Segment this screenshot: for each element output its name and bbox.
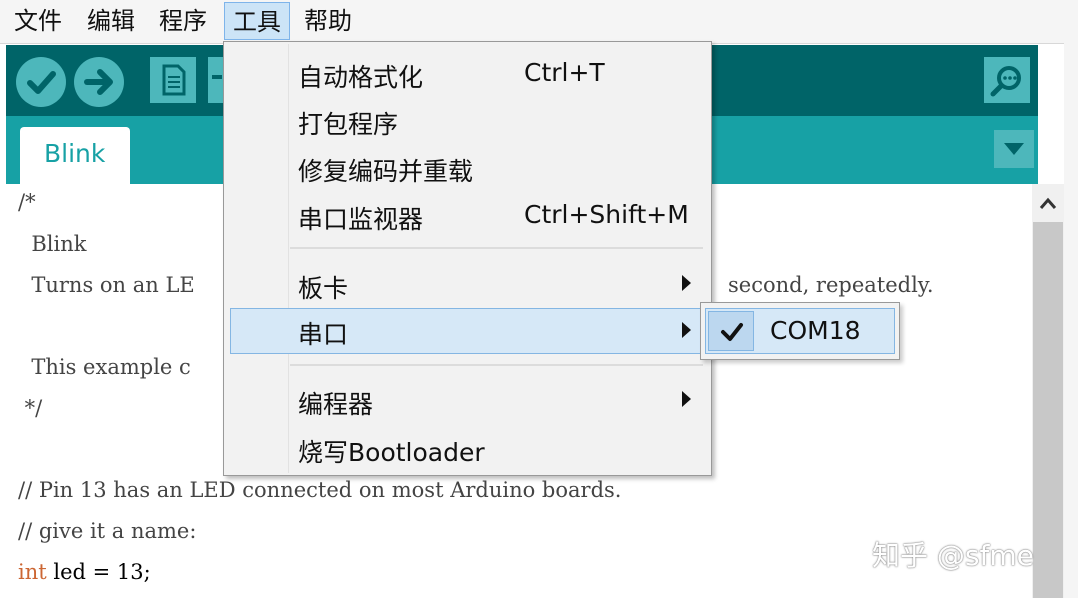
code-line: int led = 13; [18,560,151,584]
menu-item-label: 修复编码并重载 [298,157,474,186]
menu-item-label: 板卡 [298,274,349,303]
menu-bar: 文件 编辑 程序 工具 帮助 [0,0,1078,44]
code-text: led = 13; [46,560,151,584]
menu-item-burn-bootloader[interactable]: 烧写Bootloader [228,427,707,471]
check-icon [721,323,743,341]
menu-help[interactable]: 帮助 [296,2,360,40]
scroll-up-button[interactable] [1032,184,1064,222]
code-line: Blink [18,232,87,256]
tab-menu-button[interactable] [994,130,1034,168]
menu-separator [290,364,703,366]
menu-tools[interactable]: 工具 [224,2,290,40]
port-item-com18[interactable]: COM18 [705,308,895,354]
menu-item-label: 编程器 [298,390,374,419]
code-line: Turns on an LE [18,273,195,297]
chevron-up-icon [1039,197,1057,209]
open-button[interactable] [208,57,224,103]
serial-monitor-icon [990,66,1021,97]
upload-icon [84,69,113,95]
menu-separator [290,247,703,249]
check-indicator [708,311,754,351]
scroll-thumb[interactable] [1033,222,1063,598]
vertical-scrollbar[interactable] [1032,184,1064,598]
code-line: // Pin 13 has an LED connected on most A… [18,478,622,502]
verify-icon [27,71,56,94]
menu-item-label: 烧写Bootloader [298,438,485,467]
tab-blink[interactable]: Blink [20,127,130,184]
code-line: // give it a name: [18,519,197,543]
new-icon [162,64,186,96]
tools-menu: 自动格式化 Ctrl+T 打包程序 修复编码并重载 串口监视器 Ctrl+Shi… [223,41,712,476]
keyword: int [18,560,47,584]
tab-label: Blink [44,139,106,168]
menu-item-shortcut: Ctrl+T [524,58,605,87]
menu-item-board[interactable]: 板卡 [228,263,707,307]
menu-item-label: 自动格式化 [298,63,424,92]
menu-item-programmer[interactable]: 编程器 [228,379,707,423]
menu-item-archive-sketch[interactable]: 打包程序 [228,99,707,143]
watermark: 知乎 @sfme [872,539,1034,572]
port-submenu: COM18 [700,302,900,360]
menu-edit[interactable]: 编辑 [79,2,143,40]
window-edge [1064,0,1078,598]
port-item-label: COM18 [770,316,861,345]
menu-item-serial-monitor[interactable]: 串口监视器 Ctrl+Shift+M [228,194,707,238]
code-line: */ [18,396,43,420]
menu-item-label: 串口 [298,320,349,349]
submenu-arrow-icon [682,322,691,338]
submenu-arrow-icon [682,391,691,407]
menu-item-port[interactable]: 串口 [230,308,706,354]
code-line-tail: second, repeatedly. [728,273,934,297]
serial-monitor-button[interactable] [984,57,1030,103]
menu-item-shortcut: Ctrl+Shift+M [524,200,689,229]
menu-item-auto-format[interactable]: 自动格式化 Ctrl+T [228,52,707,96]
verify-button[interactable] [16,57,66,107]
menu-item-label: 串口监视器 [298,205,424,234]
code-line: /* [18,190,36,214]
code-line: This example c [18,355,191,379]
submenu-arrow-icon [682,275,691,291]
open-icon [212,75,222,79]
new-button[interactable] [150,57,196,103]
menu-item-label: 打包程序 [298,110,399,139]
menu-file[interactable]: 文件 [6,2,70,40]
chevron-down-icon [1004,143,1024,155]
menu-item-fix-encoding[interactable]: 修复编码并重载 [228,146,707,190]
upload-button[interactable] [74,57,124,107]
menu-sketch[interactable]: 程序 [151,2,215,40]
